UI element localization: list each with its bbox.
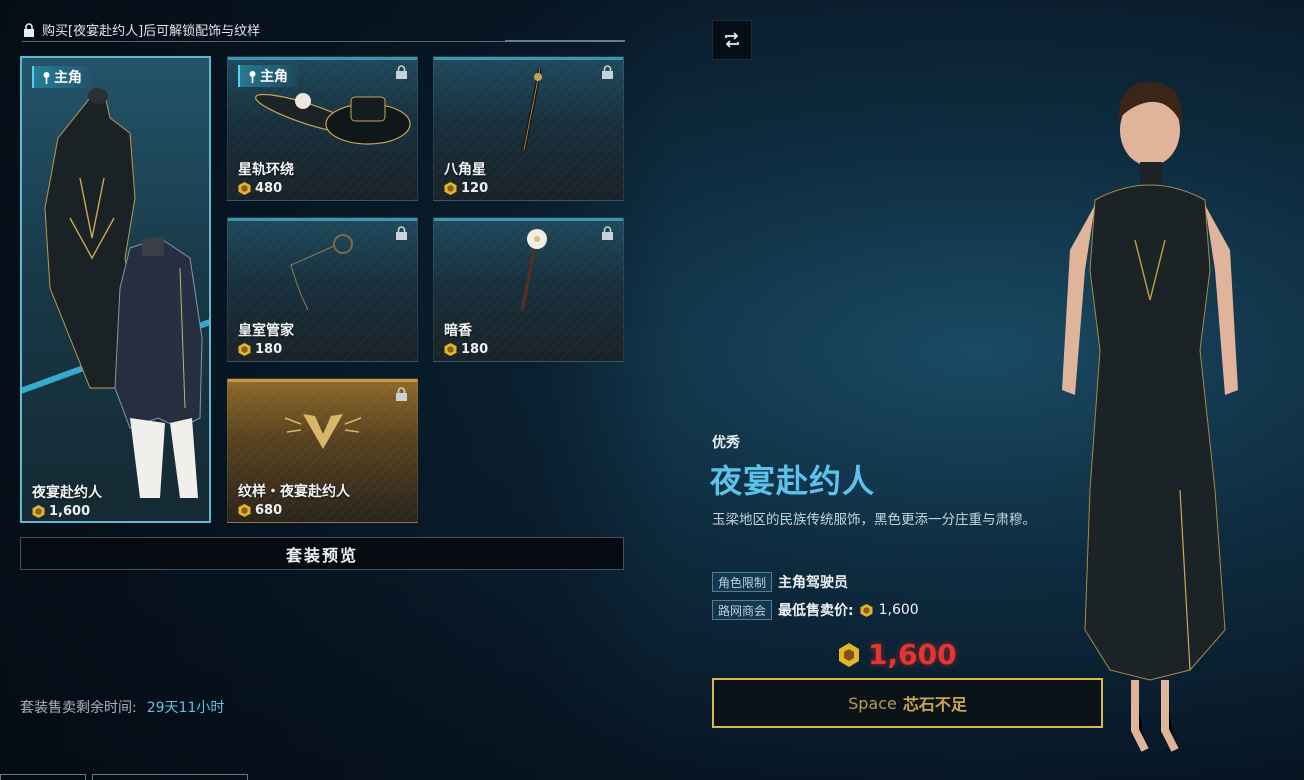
buy-button[interactable]: Space 芯石不足 — [712, 678, 1103, 728]
lock-icon — [396, 226, 407, 240]
bottom-tab-edges — [0, 774, 260, 780]
unlock-notice: 购买[夜宴赴约人]后可解锁配饰与纹样 — [22, 18, 625, 42]
protagonist-tag: 主角 — [32, 66, 92, 88]
item-card-outfit[interactable]: 主角 夜宴赴约人 1,600 — [20, 56, 211, 523]
item-price: 480 — [238, 181, 282, 196]
attribute-role-restriction: 角色限制 主角驾驶员 — [712, 572, 848, 592]
rotate-view-button[interactable] — [712, 20, 752, 60]
remaining-value: 29天11小时 — [146, 700, 225, 716]
attribute-tag: 角色限制 — [712, 572, 773, 592]
card-top-strip — [228, 218, 417, 221]
item-name: 纹样・夜宴赴约人 — [238, 484, 350, 500]
lock-icon — [396, 65, 407, 79]
attribute-value: 最低售卖价: — [778, 603, 854, 619]
coin-icon — [238, 343, 251, 356]
item-name: 八角星 — [444, 162, 486, 178]
item-total-price: 1,600 — [838, 638, 957, 671]
card-top-strip — [434, 218, 623, 221]
item-price: 1,600 — [32, 504, 90, 519]
item-name: 星轨环绕 — [238, 162, 294, 178]
item-description: 玉梁地区的民族传统服饰，黑色更添一分庄重与肃穆。 — [712, 512, 1036, 528]
coin-icon — [32, 505, 45, 518]
item-card-pattern[interactable]: 纹样・夜宴赴约人 680 — [227, 378, 418, 523]
attribute-market: 路网商会 最低售卖价: 1,600 — [712, 600, 919, 620]
hat-image — [255, 93, 411, 145]
item-card-accessory-octagram[interactable]: 八角星 120 — [433, 56, 624, 201]
monocle-image — [290, 234, 353, 311]
lock-icon — [24, 22, 34, 37]
sale-remaining-time: 套装售卖剩余时间: 29天11小时 — [20, 697, 224, 717]
item-name: 夜宴赴约人 — [32, 485, 102, 501]
item-price: 120 — [444, 181, 488, 196]
card-top-strip — [228, 57, 417, 60]
header-divider — [505, 40, 625, 42]
lock-icon — [396, 387, 407, 401]
coin-icon — [444, 343, 457, 356]
quality-label: 优秀 — [712, 435, 740, 451]
attribute-value: 主角驾驶员 — [778, 575, 849, 591]
item-card-accessory-hat[interactable]: 主角 星轨环绕 480 — [227, 56, 418, 201]
item-name: 皇室管家 — [238, 323, 294, 339]
attribute-tag: 路网商会 — [712, 600, 773, 620]
coin-icon — [839, 642, 859, 667]
item-price: 180 — [238, 342, 282, 357]
card-top-strip — [228, 379, 417, 382]
item-price: 180 — [444, 342, 488, 357]
lock-icon — [602, 226, 613, 240]
suit-preview-button[interactable]: 套装预览 — [20, 537, 624, 570]
outfit-preview-image — [44, 88, 203, 498]
coin-icon — [238, 182, 251, 195]
rotate-icon — [725, 32, 739, 48]
item-card-accessory-butler[interactable]: 皇室管家 180 — [227, 217, 418, 362]
lock-icon — [602, 65, 613, 79]
item-price: 680 — [238, 503, 282, 518]
character-model-image — [1062, 81, 1238, 752]
unlock-notice-text: 购买[夜宴赴约人]后可解锁配饰与纹样 — [42, 24, 261, 39]
flower-hairpin-image — [520, 229, 547, 312]
card-top-strip — [434, 57, 623, 60]
pattern-emblem-image — [284, 414, 362, 449]
hairpin-image — [522, 68, 542, 151]
buy-button-label: 芯石不足 — [902, 695, 967, 714]
item-name: 暗香 — [444, 323, 472, 339]
coin-icon — [860, 603, 873, 617]
coin-icon — [444, 182, 457, 195]
remaining-label: 套装售卖剩余时间: — [20, 700, 137, 716]
item-card-accessory-fragrance[interactable]: 暗香 180 — [433, 217, 624, 362]
pin-icon — [43, 71, 50, 84]
item-title: 夜宴赴约人 — [710, 462, 876, 500]
market-min-price: 1,600 — [878, 602, 919, 618]
buy-hotkey: Space — [848, 693, 897, 713]
coin-icon — [238, 504, 251, 517]
